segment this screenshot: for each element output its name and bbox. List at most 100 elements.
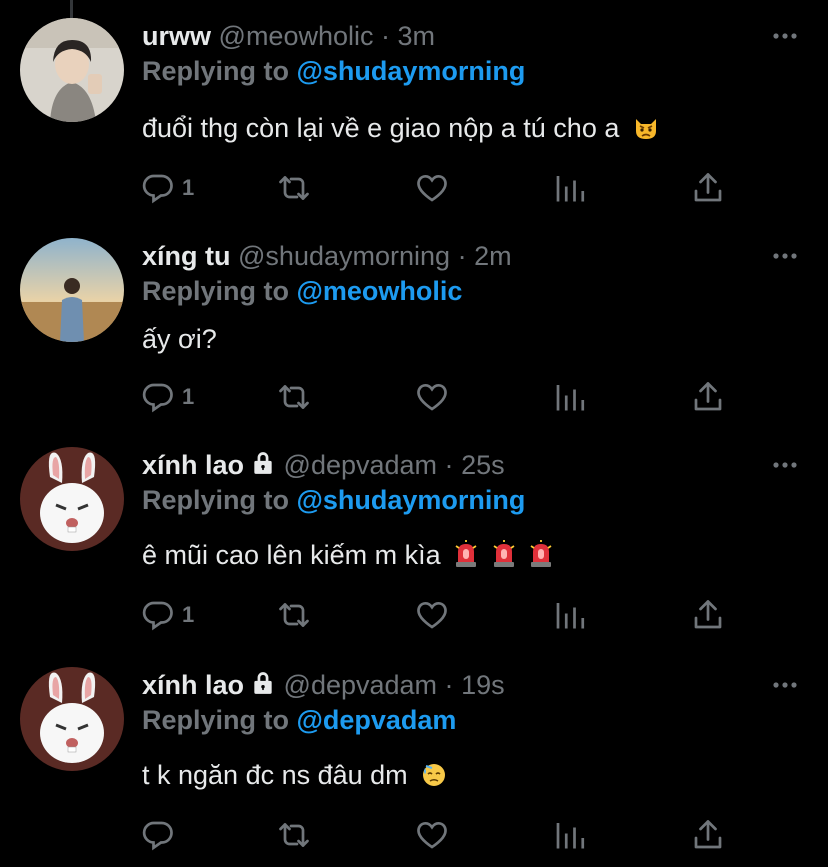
reply-icon — [140, 817, 176, 853]
reply-icon — [140, 379, 176, 415]
more-options-icon[interactable] — [772, 24, 798, 48]
tweet-text: đuổi thg còn lại về e giao nộp a tú cho … — [142, 109, 659, 151]
reply-count: 1 — [182, 175, 195, 200]
more-options-icon[interactable] — [772, 673, 798, 697]
heart-icon — [414, 597, 450, 633]
thread-connector-line — [70, 0, 73, 18]
tweet-text-body: ấy ơi? — [142, 324, 217, 354]
share-icon — [690, 379, 726, 415]
retweet-button[interactable] — [276, 815, 312, 855]
lock-icon — [250, 450, 276, 476]
reply-count: 1 — [182, 384, 195, 409]
share-icon — [690, 597, 726, 633]
tweet-actions: 1 — [140, 377, 740, 417]
tweet-text: ê mũi cao lên kiếm m kìa — [142, 536, 553, 578]
timestamp[interactable]: 2m — [474, 241, 512, 271]
avatar-xing-tu[interactable] — [20, 238, 124, 342]
tweet-text-body: đuổi thg còn lại về e giao nộp a tú cho … — [142, 113, 620, 143]
analytics-button[interactable] — [552, 815, 588, 855]
heart-icon — [414, 170, 450, 206]
separator: · — [381, 21, 391, 51]
tweet-text-body: ê mũi cao lên kiếm m kìa — [142, 540, 441, 570]
downcast-sweat-face-icon — [421, 760, 447, 798]
retweet-button[interactable] — [276, 377, 312, 417]
replying-to: Replying to @depvadam — [142, 701, 456, 739]
tweet-header: xính lao @depvadam · 25s — [142, 447, 505, 483]
retweet-icon — [276, 817, 312, 853]
analytics-button[interactable] — [552, 595, 588, 635]
display-name[interactable]: xính lao — [142, 670, 244, 700]
timestamp[interactable]: 19s — [461, 670, 505, 700]
replying-to: Replying to @shudaymorning — [142, 52, 525, 90]
stats-icon — [552, 597, 588, 633]
siren-icon — [454, 540, 478, 578]
like-button[interactable] — [414, 168, 450, 208]
reply-button[interactable]: 1 — [140, 377, 194, 417]
mention-link[interactable]: @meowholic — [297, 276, 463, 306]
tweet-actions: 1 — [140, 168, 740, 208]
share-button[interactable] — [690, 377, 726, 417]
heart-icon — [414, 379, 450, 415]
siren-icon — [529, 540, 553, 578]
display-name[interactable]: xính lao — [142, 450, 244, 480]
separator: · — [457, 241, 467, 271]
mention-link[interactable]: @depvadam — [297, 705, 457, 735]
separator: · — [444, 670, 454, 700]
retweet-button[interactable] — [276, 595, 312, 635]
avatar-urww[interactable] — [20, 18, 124, 122]
share-icon — [690, 170, 726, 206]
more-options-icon[interactable] — [772, 453, 798, 477]
tweet-actions — [140, 815, 740, 855]
stats-icon — [552, 379, 588, 415]
retweet-icon — [276, 170, 312, 206]
replying-label: Replying to — [142, 705, 289, 735]
heart-icon — [414, 817, 450, 853]
pouting-cat-icon — [633, 113, 659, 151]
like-button[interactable] — [414, 815, 450, 855]
mention-link[interactable]: @shudaymorning — [297, 485, 526, 515]
replying-to: Replying to @shudaymorning — [142, 481, 525, 519]
avatar-xinh-lao[interactable] — [20, 667, 124, 771]
like-button[interactable] — [414, 377, 450, 417]
reply-button[interactable]: 1 — [140, 595, 194, 635]
share-icon — [690, 817, 726, 853]
tweet-header: xíng tu @shudaymorning · 2m — [142, 238, 512, 274]
user-handle[interactable]: @depvadam — [284, 450, 438, 480]
stats-icon — [552, 170, 588, 206]
replying-label: Replying to — [142, 485, 289, 515]
share-button[interactable] — [690, 168, 726, 208]
avatar-xinh-lao[interactable] — [20, 447, 124, 551]
user-handle[interactable]: @meowholic — [219, 21, 374, 51]
reply-button[interactable]: 1 — [140, 168, 194, 208]
user-handle[interactable]: @shudaymorning — [238, 241, 450, 271]
tweet-text: t k ngăn đc ns đâu dm — [142, 756, 447, 798]
separator: · — [444, 450, 454, 480]
retweet-icon — [276, 597, 312, 633]
timestamp[interactable]: 3m — [398, 21, 436, 51]
user-handle[interactable]: @depvadam — [284, 670, 438, 700]
replying-label: Replying to — [142, 276, 289, 306]
retweet-button[interactable] — [276, 168, 312, 208]
reply-icon — [140, 597, 176, 633]
analytics-button[interactable] — [552, 168, 588, 208]
timestamp[interactable]: 25s — [461, 450, 505, 480]
tweet-header: urww @meowholic · 3m — [142, 18, 435, 54]
stats-icon — [552, 817, 588, 853]
replying-label: Replying to — [142, 56, 289, 86]
share-button[interactable] — [690, 815, 726, 855]
reply-count: 1 — [182, 602, 195, 627]
like-button[interactable] — [414, 595, 450, 635]
replying-to: Replying to @meowholic — [142, 272, 462, 310]
tweet-text-body: t k ngăn đc ns đâu dm — [142, 760, 408, 790]
mention-link[interactable]: @shudaymorning — [297, 56, 526, 86]
tweet-header: xính lao @depvadam · 19s — [142, 667, 505, 703]
reply-icon — [140, 170, 176, 206]
share-button[interactable] — [690, 595, 726, 635]
reply-button[interactable] — [140, 815, 182, 855]
display-name[interactable]: urww — [142, 21, 211, 51]
tweet-actions: 1 — [140, 595, 740, 635]
tweet-text: ấy ơi? — [142, 320, 217, 358]
display-name[interactable]: xíng tu — [142, 241, 231, 271]
analytics-button[interactable] — [552, 377, 588, 417]
more-options-icon[interactable] — [772, 244, 798, 268]
